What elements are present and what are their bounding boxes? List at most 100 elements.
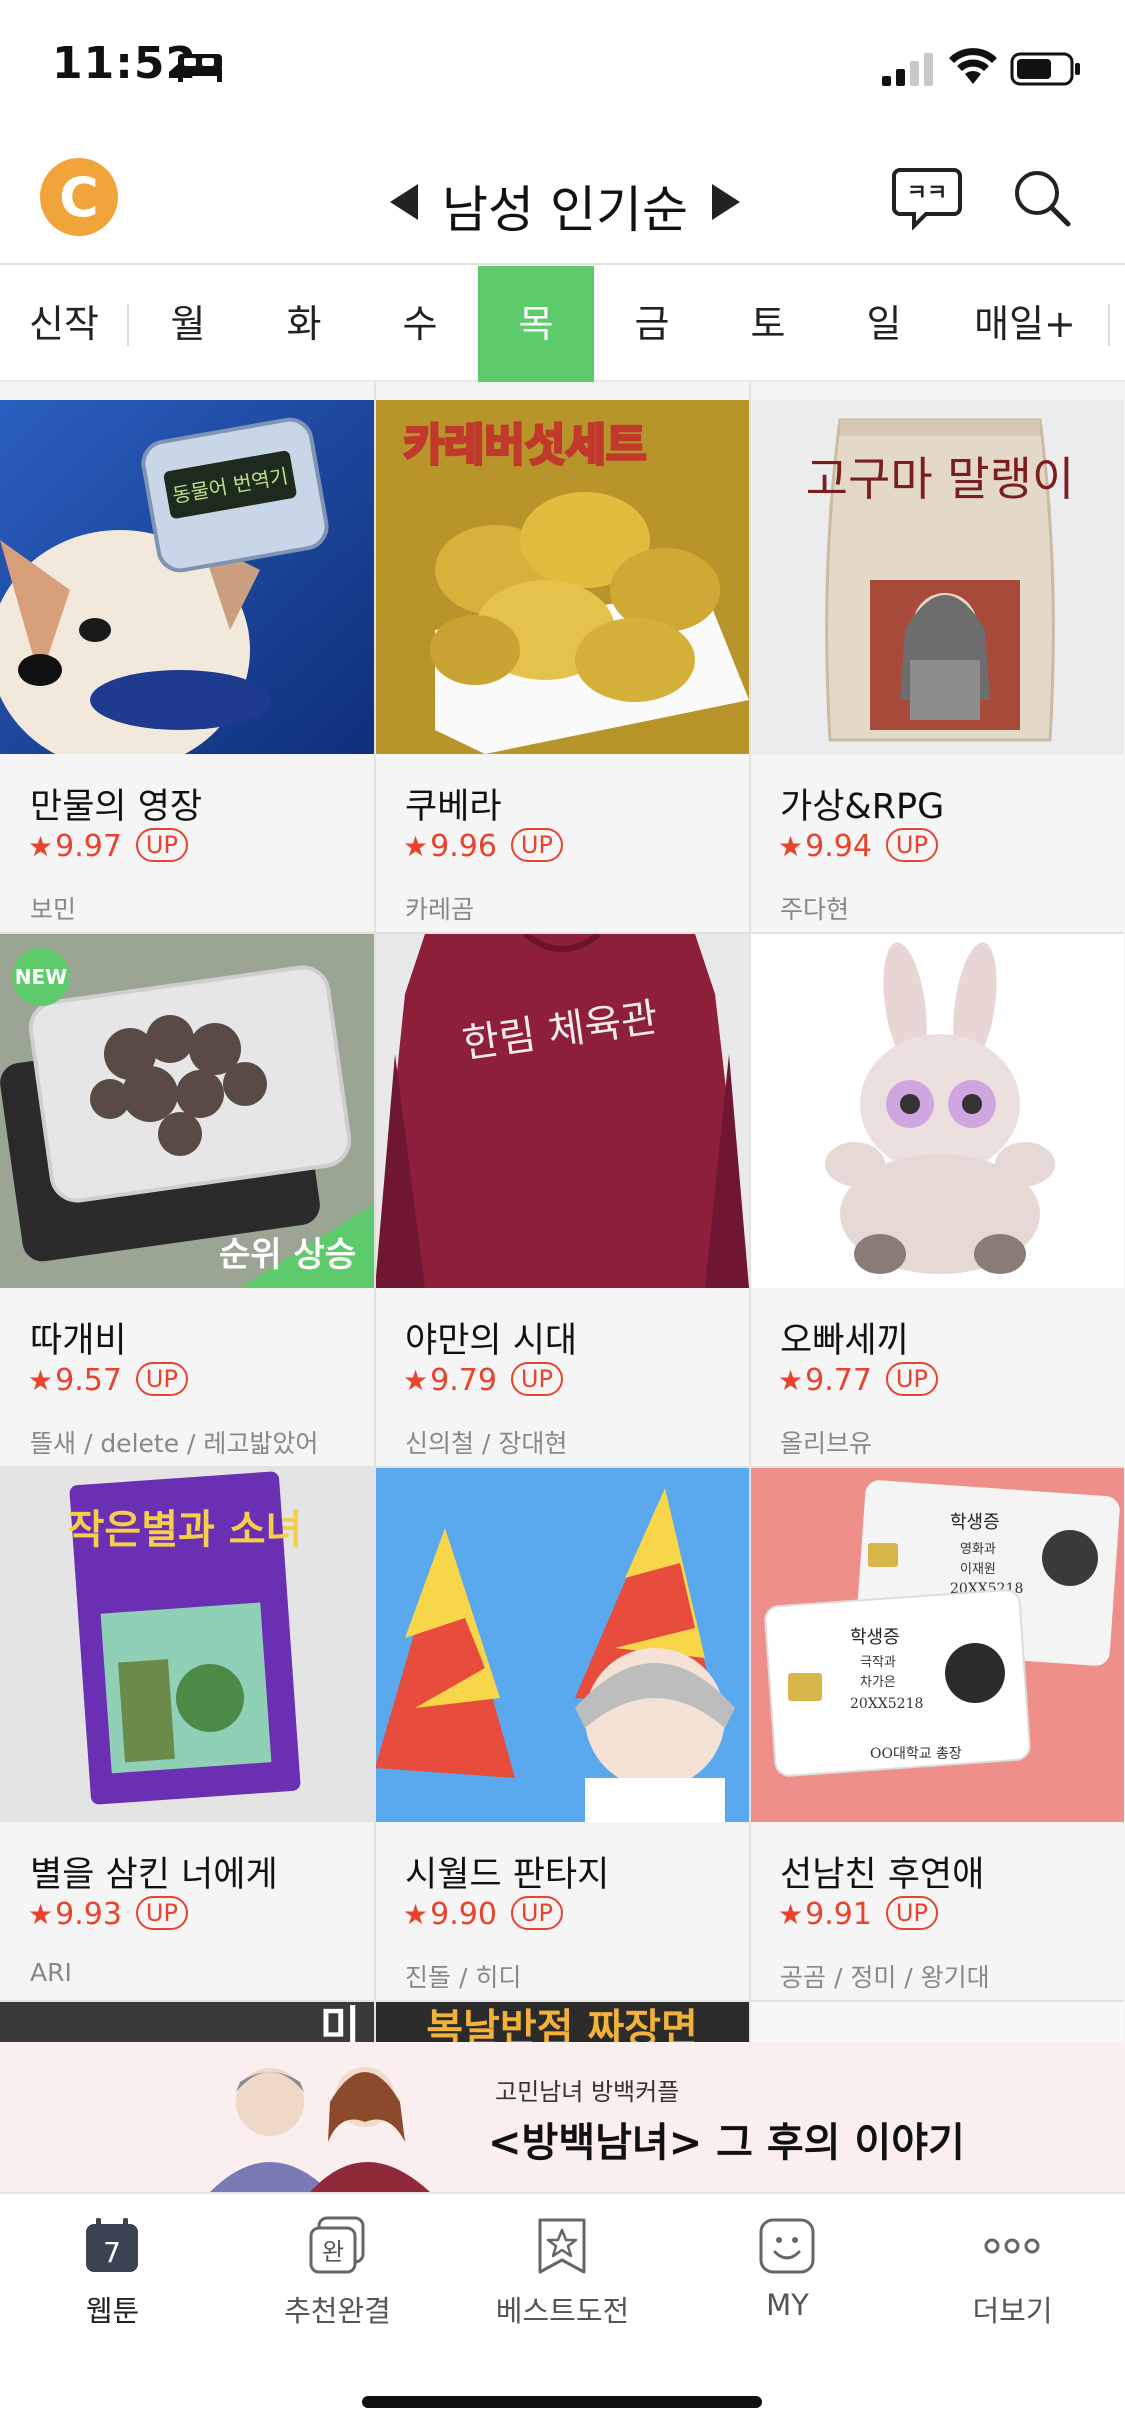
comic-thumbnail[interactable]: 학생증 영화과 이재원 20XX5218 학생증 극작과 차가은 20XX521…: [750, 1468, 1124, 1822]
tab-divider: [1108, 304, 1110, 346]
star-icon: ★: [28, 1364, 54, 1397]
up-badge: UP: [885, 1896, 938, 1930]
comic-title: 오빠세끼: [780, 1321, 909, 1361]
nav-label: 추천완결: [284, 2294, 391, 2328]
comic-card[interactable]: NEW 순위 상승 따개비 ★9.57 UP 뜰새 / delete / 레고밟았…: [0, 934, 374, 1468]
comic-card[interactable]: [750, 2002, 1124, 2042]
tab-new[interactable]: 신작: [6, 266, 122, 382]
tab-wed[interactable]: 수: [362, 266, 478, 382]
comic-card[interactable]: 카레버섯세트 쿠베라 ★9.96 UP 카레곰: [375, 400, 749, 934]
battery-icon: [1010, 52, 1080, 86]
comic-title: 만물의 영장: [30, 787, 203, 827]
comic-title: 별을 삼킨 너에게: [30, 1855, 278, 1895]
comic-thumbnail[interactable]: 카레버섯세트: [375, 400, 749, 754]
tab-daily-plus[interactable]: 매일+: [960, 266, 1090, 382]
comic-card[interactable]: 고구마 말랭이 가상&RPG ★9.94 UP 주다현: [750, 400, 1124, 934]
comic-author: 주다현: [780, 895, 850, 924]
grid-divider: [374, 382, 376, 2042]
comic-card[interactable]: 오빠세끼 ★9.77 UP 올리브유: [750, 934, 1124, 1468]
comic-thumbnail[interactable]: [750, 2002, 1124, 2042]
comic-card[interactable]: 학생증 영화과 이재원 20XX5218 학생증 극작과 차가은 20XX521…: [750, 1468, 1124, 2002]
nav-more[interactable]: 더보기: [900, 2194, 1125, 2334]
comic-rating: ★9.93 UP: [28, 1896, 188, 1932]
search-icon[interactable]: [1012, 168, 1072, 228]
page-title[interactable]: 남성 인기순: [420, 170, 710, 242]
star-icon: ★: [28, 1898, 54, 1931]
nav-webtoon[interactable]: 7 웹툰: [0, 2194, 225, 2334]
comic-author: 카레곰: [405, 895, 475, 924]
svg-text:완: 완: [322, 2238, 344, 2266]
comic-thumbnail[interactable]: 미: [0, 2002, 374, 2042]
comic-thumbnail[interactable]: 복날반점 짜장면: [375, 2002, 749, 2042]
nav-my[interactable]: MY: [675, 2194, 900, 2334]
thumbnail-caption: 미: [320, 2002, 360, 2042]
comic-thumbnail[interactable]: [750, 934, 1124, 1288]
rank-up-label: 순위 상승: [219, 1235, 356, 1275]
complete-icon: 완: [309, 2216, 365, 2274]
promo-banner[interactable]: 고민남녀 방백커플 <방백남녀> 그 후의 이야기: [0, 2042, 1125, 2192]
comic-author: 공곰 / 정미 / 왕기대: [780, 1963, 990, 1992]
top-header: C 남성 인기순 ㅋㅋ: [0, 130, 1125, 265]
comic-card[interactable]: 복날반점 짜장면: [375, 2002, 749, 2042]
comic-thumbnail[interactable]: 고구마 말랭이: [750, 400, 1124, 754]
wifi-icon: [949, 48, 997, 84]
nav-recommended-complete[interactable]: 완 추천완결: [225, 2194, 450, 2334]
thumbnail-caption: 복날반점 짜장면: [426, 2006, 698, 2042]
tab-mon[interactable]: 월: [130, 266, 246, 382]
nav-label: 웹툰: [85, 2294, 140, 2328]
up-badge: UP: [885, 1362, 938, 1396]
comic-thumbnail[interactable]: [375, 1468, 749, 1822]
star-icon: ★: [28, 830, 54, 863]
comic-card[interactable]: 시월드 판타지 ★9.90 UP 진돌 / 히디: [375, 1468, 749, 2002]
comic-author: 올리브유: [780, 1429, 873, 1458]
comic-rating: ★9.57 UP: [28, 1362, 188, 1398]
comic-title: 시월드 판타지: [405, 1855, 610, 1895]
up-badge: UP: [135, 1362, 188, 1396]
id-card-department: 영화과: [960, 1542, 996, 1557]
tab-sat[interactable]: 토: [710, 266, 826, 382]
tab-sun[interactable]: 일: [826, 266, 942, 382]
comic-card[interactable]: 작은별과 소녀 별을 삼킨 너에게 ★9.93 UP ARI: [0, 1468, 374, 2002]
tab-tue[interactable]: 화: [246, 266, 362, 382]
up-badge: UP: [510, 828, 563, 862]
star-icon: ★: [403, 830, 429, 863]
more-icon: [984, 2238, 1040, 2254]
comic-rating: ★9.79 UP: [403, 1362, 563, 1398]
star-bookmark-icon: [538, 2218, 586, 2274]
comic-rating: ★9.77 UP: [778, 1362, 938, 1398]
chat-bubble-icon[interactable]: ㅋㅋ: [892, 166, 962, 230]
svg-text:ㅋㅋ: ㅋㅋ: [907, 181, 947, 206]
comic-thumbnail[interactable]: 동물어 번역기: [0, 400, 374, 754]
comic-rating: ★9.90 UP: [403, 1896, 563, 1932]
comic-grid: 동물어 번역기 만물의 영장 ★9.97 UP 보민 카레버섯세트 쿠베라 ★9.…: [0, 382, 1125, 2042]
tab-thu[interactable]: 목: [478, 266, 594, 382]
up-badge: UP: [510, 1896, 563, 1930]
book-cover-title: 작은별과 소녀: [68, 1507, 303, 1553]
previous-sort-arrow-icon[interactable]: [390, 184, 418, 220]
comic-card[interactable]: 한림 체육관 야만의 시대 ★9.79 UP 신의철 / 장대현: [375, 934, 749, 1468]
home-indicator[interactable]: [362, 2396, 762, 2408]
star-icon: ★: [403, 1364, 429, 1397]
star-icon: ★: [778, 1364, 804, 1397]
sort-selector: 남성 인기순: [380, 164, 750, 239]
comic-card[interactable]: 미: [0, 2002, 374, 2042]
comic-thumbnail[interactable]: 작은별과 소녀: [0, 1468, 374, 1822]
app-logo[interactable]: C: [40, 158, 118, 236]
comic-title: 선남친 후연애: [780, 1855, 985, 1895]
comic-thumbnail[interactable]: 한림 체육관: [375, 934, 749, 1288]
tab-fri[interactable]: 금: [594, 266, 710, 382]
comic-card[interactable]: 동물어 번역기 만물의 영장 ★9.97 UP 보민: [0, 400, 374, 934]
comic-rating: ★9.94 UP: [778, 828, 938, 864]
star-icon: ★: [778, 830, 804, 863]
comic-title: 따개비: [30, 1321, 127, 1361]
up-badge: UP: [135, 1896, 188, 1930]
id-card-heading: 학생증: [950, 1512, 1000, 1533]
comic-rating: ★9.97 UP: [28, 828, 188, 864]
new-badge: NEW: [12, 948, 70, 1006]
nav-best-challenge[interactable]: 베스트도전: [450, 2194, 675, 2334]
comic-author: 진돌 / 히디: [405, 1963, 522, 1992]
next-sort-arrow-icon[interactable]: [712, 184, 740, 220]
nav-label: MY: [766, 2288, 809, 2322]
comic-rating: ★9.91 UP: [778, 1896, 938, 1932]
comic-thumbnail[interactable]: NEW 순위 상승: [0, 934, 374, 1288]
